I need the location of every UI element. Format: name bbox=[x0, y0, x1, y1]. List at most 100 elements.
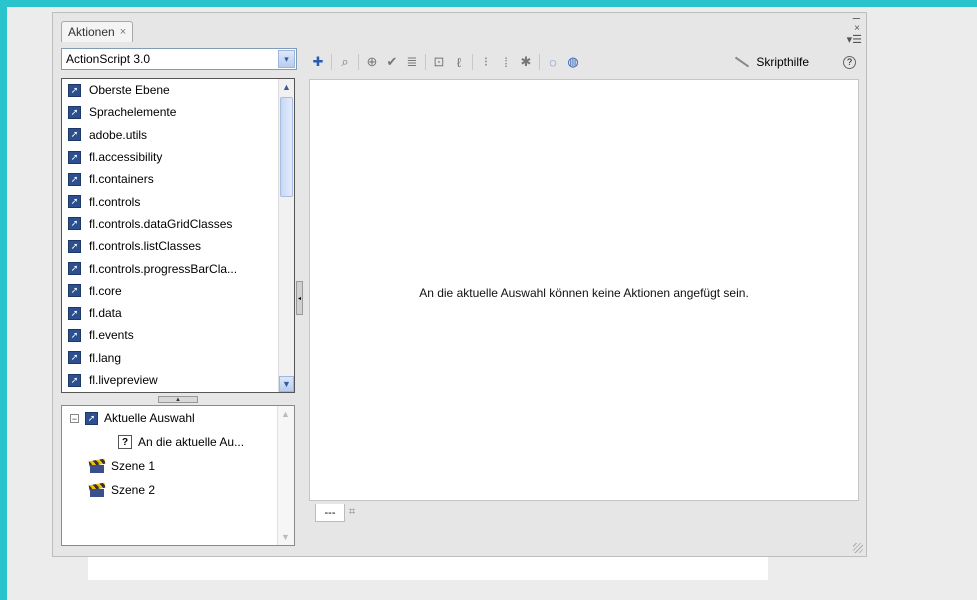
teal-frame-left bbox=[0, 0, 7, 600]
toolbox-scrollbar[interactable]: ▲ ▼ bbox=[278, 79, 294, 392]
code-hint-icon[interactable]: ⊡ bbox=[429, 52, 449, 72]
panel-menu-icon[interactable]: ▾☰ bbox=[847, 33, 862, 46]
collapse-icon[interactable]: − bbox=[70, 413, 79, 423]
toolbox-item[interactable]: ➚ fl.controls.listClasses bbox=[62, 235, 294, 257]
script-help-button[interactable]: Skripthilfe bbox=[734, 55, 809, 69]
toolbox-item-label: adobe.utils bbox=[89, 127, 148, 142]
toolbox-item-label: fl.containers bbox=[89, 172, 154, 187]
tab-close-icon[interactable]: × bbox=[120, 26, 126, 38]
tab-current-script[interactable]: --- bbox=[315, 504, 345, 522]
toolbox-item[interactable]: ➚ fl.containers bbox=[62, 168, 294, 190]
package-icon: ➚ bbox=[68, 105, 81, 119]
toolbox-item[interactable]: ➚ Oberste Ebene bbox=[62, 79, 294, 101]
toolbar-separator bbox=[425, 54, 426, 70]
toolbox-item-label: fl.controls bbox=[89, 194, 141, 209]
package-icon: ➚ bbox=[68, 351, 81, 365]
collapse-toolbox-button[interactable]: ◂ bbox=[296, 281, 303, 315]
toolbox-item-label: fl.lang bbox=[89, 350, 122, 365]
package-icon: ➚ bbox=[68, 239, 81, 253]
nav-item-label: Szene 1 bbox=[111, 459, 156, 473]
toolbar-separator bbox=[472, 54, 473, 70]
toolbox-item[interactable]: ➚ Sprachelemente bbox=[62, 101, 294, 123]
scroll-down-icon[interactable]: ▼ bbox=[279, 376, 294, 392]
package-icon: ➚ bbox=[68, 328, 81, 342]
target-path-icon[interactable]: ⊕ bbox=[362, 52, 382, 72]
collapse-between-braces-icon[interactable]: ⁝ bbox=[476, 52, 496, 72]
toolbox-item[interactable]: ➚ fl.lang bbox=[62, 347, 294, 369]
resize-grip[interactable] bbox=[853, 543, 863, 553]
toolbar-separator bbox=[358, 54, 359, 70]
actions-panel: Aktionen × – × ▾☰ ActionScript 3.0 ▾ ➚ Ob… bbox=[52, 11, 867, 557]
stage-strip bbox=[88, 557, 768, 580]
debug-options-icon[interactable]: ℓ bbox=[449, 52, 469, 72]
teal-frame-top bbox=[0, 0, 977, 7]
apply-block-comment-icon[interactable]: ◌ bbox=[543, 52, 563, 72]
toolbox-item-label: fl.controls.listClasses bbox=[89, 239, 202, 254]
language-select-value: ActionScript 3.0 bbox=[66, 52, 151, 66]
toolbox-item[interactable]: ➚ fl.events bbox=[62, 324, 294, 346]
apply-line-comment-icon[interactable]: ◍ bbox=[563, 52, 583, 72]
toolbox-item[interactable]: ➚ fl.controls.dataGridClasses bbox=[62, 213, 294, 235]
toolbox-item[interactable]: ➚ fl.controls.progressBarCla... bbox=[62, 257, 294, 279]
scroll-thumb[interactable] bbox=[280, 97, 293, 197]
package-icon: ➚ bbox=[68, 172, 81, 186]
chevron-down-icon[interactable]: ▾ bbox=[278, 50, 295, 68]
collapse-selection-icon[interactable]: ⁞ bbox=[496, 52, 516, 72]
toolbox-item-label: fl.livepreview bbox=[89, 373, 158, 387]
tab-aktionen[interactable]: Aktionen × bbox=[61, 21, 134, 42]
toolbox-item-label: fl.controls.progressBarCla... bbox=[89, 261, 238, 276]
auto-format-icon[interactable]: ≣ bbox=[402, 52, 422, 72]
toolbox-list: ➚ Oberste Ebene ➚ Sprachelemente ➚ adobe.util… bbox=[62, 79, 294, 391]
toolbox-item[interactable]: ➚ fl.data bbox=[62, 302, 294, 324]
package-icon: ➚ bbox=[68, 373, 81, 387]
nav-item-scene-2[interactable]: Szene 2 bbox=[62, 478, 294, 502]
toolbox-item-label: fl.data bbox=[89, 306, 122, 321]
scroll-up-icon[interactable]: ▲ bbox=[279, 79, 294, 95]
nav-item-no-actions[interactable]: ? An die aktuelle Au... bbox=[62, 430, 294, 454]
package-icon: ➚ bbox=[68, 128, 81, 142]
toolbox-item[interactable]: ➚ fl.livepreview bbox=[62, 369, 294, 391]
package-icon: ➚ bbox=[68, 262, 81, 276]
toolbox-item-label: fl.core bbox=[89, 283, 122, 298]
toolbox-item-label: fl.controls.dataGridClasses bbox=[89, 216, 233, 231]
toolbox-item[interactable]: ➚ adobe.utils bbox=[62, 124, 294, 146]
toolbar-separator bbox=[331, 54, 332, 70]
toolbox-item[interactable]: ➚ fl.core bbox=[62, 280, 294, 302]
help-icon[interactable]: ? bbox=[843, 55, 856, 69]
script-tabs: --- ⌗ bbox=[309, 501, 859, 545]
package-icon: ➚ bbox=[68, 284, 81, 298]
toolbox-item-label: Oberste Ebene bbox=[89, 83, 170, 98]
check-syntax-icon[interactable]: ✔ bbox=[382, 52, 402, 72]
language-select[interactable]: ActionScript 3.0 ▾ bbox=[61, 48, 297, 70]
scroll-down-icon[interactable]: ▼ bbox=[281, 532, 290, 542]
script-navigator: − ➚ Aktuelle Auswahl ? An die aktuelle A… bbox=[61, 405, 295, 546]
add-statement-icon[interactable]: ✚ bbox=[308, 52, 328, 72]
editor-message: An die aktuelle Auswahl können keine Akt… bbox=[419, 286, 749, 300]
package-icon: ➚ bbox=[68, 195, 81, 209]
toolbox-item-label: Sprachelemente bbox=[89, 105, 177, 120]
pin-script-icon[interactable]: ⌗ bbox=[349, 506, 355, 519]
package-icon: ➚ bbox=[68, 150, 81, 164]
actions-toolbox: ➚ Oberste Ebene ➚ Sprachelemente ➚ adobe.util… bbox=[61, 78, 295, 393]
package-icon: ➚ bbox=[68, 217, 81, 231]
splitter-handle[interactable]: ▲ bbox=[158, 396, 198, 403]
nav-item-label: Szene 2 bbox=[111, 483, 156, 497]
nav-item-scene-1[interactable]: Szene 1 bbox=[62, 454, 294, 478]
toolbox-item-label: fl.events bbox=[89, 328, 134, 343]
expand-all-icon[interactable]: ✱ bbox=[516, 52, 536, 72]
scroll-up-icon[interactable]: ▲ bbox=[281, 409, 290, 419]
script-toolbar: ✚ ⌕ ⊕ ✔ ≣ ⊡ ℓ ⁝ ⁞ ✱ ◌ ◍ Skripthilfe ? bbox=[308, 48, 856, 76]
toolbox-item-label: fl.accessibility bbox=[89, 150, 163, 165]
navigator-scrollbar[interactable]: ▲ ▼ bbox=[277, 406, 294, 545]
help-icon: ? bbox=[118, 435, 132, 449]
package-icon: ➚ bbox=[68, 306, 81, 320]
minimize-icon[interactable]: – bbox=[853, 11, 860, 24]
toolbox-item[interactable]: ➚ fl.accessibility bbox=[62, 146, 294, 168]
pen-icon bbox=[735, 56, 750, 68]
script-editor[interactable]: An die aktuelle Auswahl können keine Akt… bbox=[309, 79, 859, 501]
find-icon[interactable]: ⌕ bbox=[335, 52, 355, 72]
toolbox-item[interactable]: ➚ fl.controls bbox=[62, 190, 294, 212]
nav-item-current-selection[interactable]: − ➚ Aktuelle Auswahl bbox=[62, 406, 294, 430]
nav-item-label: Aktuelle Auswahl bbox=[104, 411, 195, 425]
tab-label: Aktionen bbox=[68, 25, 115, 39]
